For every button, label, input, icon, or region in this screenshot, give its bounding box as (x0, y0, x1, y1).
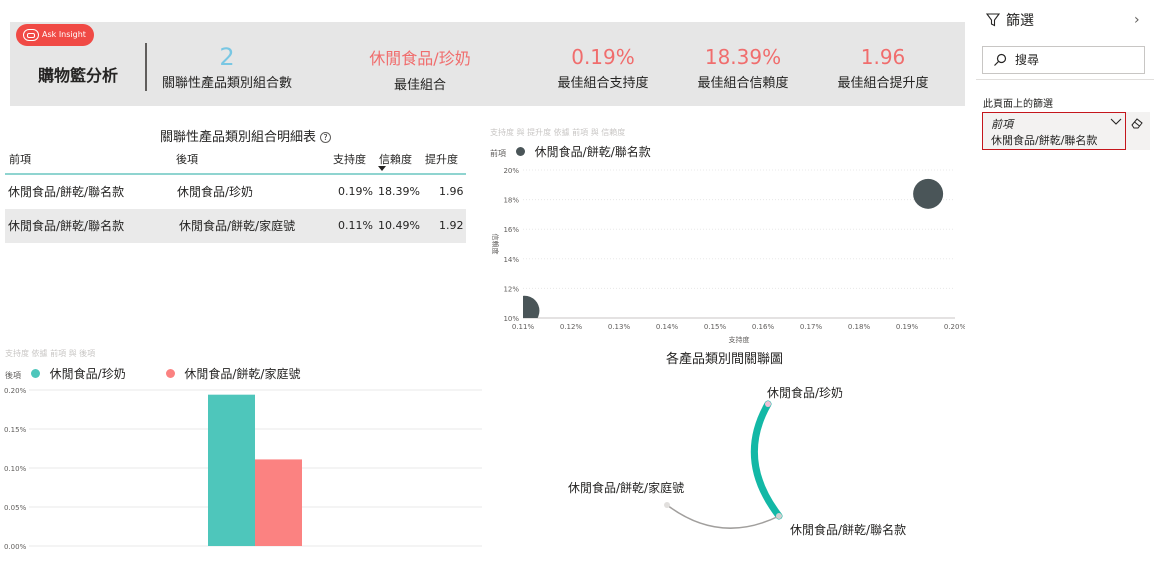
cell-consequent: 休閒食品/珍奶 (177, 185, 254, 199)
filter-pane-title: 篩選 (1006, 13, 1034, 29)
scatter-chart: 10% 12% 14% 16% 18% 20% 0.11% 0.12% 0.13% 0.14% 0.… (491, 167, 965, 344)
ask-insight-label: Ask Insight (42, 30, 86, 39)
kpi-value: 休閒食品/珍奶 (369, 49, 471, 68)
x-tick-label: 0.14% (656, 323, 679, 331)
cell-support: 0.19% (338, 185, 373, 198)
x-tick-label: 0.17% (800, 323, 823, 331)
y-tick-label: 12% (503, 285, 519, 293)
x-tick-label: 0.15% (704, 323, 727, 331)
filter-search-box[interactable] (982, 46, 1145, 74)
scatter-points (523, 178, 944, 318)
node-label-family-pack: 休閒食品/餅乾/家庭號 (568, 480, 684, 495)
clear-filter-button[interactable] (1126, 112, 1150, 150)
scatter-faded-title: 支持度 與 提升度 依據 前項 與 信賴度 (490, 128, 626, 137)
y-tick-label: 0.20% (4, 387, 27, 395)
table-row[interactable]: 休閒食品/餅乾/聯名款 休閒食品/餅乾/家庭號 0.11% 10.49% 1.9… (5, 209, 466, 243)
chevron-down-icon[interactable] (1110, 116, 1122, 126)
column-header-lift[interactable]: 提升度 (425, 151, 458, 167)
kpi-combo-count: 2 關聯性產品類別組合數 (157, 44, 297, 94)
column-header-support[interactable]: 支持度 (333, 151, 366, 167)
y-tick-label: 20% (503, 167, 519, 175)
cell-confidence: 18.39% (378, 185, 420, 198)
sort-desc-icon (378, 166, 386, 171)
table-row[interactable]: 休閒食品/餅乾/聯名款 休閒食品/珍奶 0.19% 18.39% 1.96 (5, 175, 466, 209)
filter-card-name: 前項 (991, 118, 1013, 131)
scatter-point (913, 178, 944, 209)
x-tick-label: 0.19% (896, 323, 919, 331)
node-label-co-brand: 休閒食品/餅乾/聯名款 (790, 522, 906, 537)
y-tick-label: 0.05% (4, 504, 27, 512)
x-axis-label: 支持度 (729, 335, 750, 344)
cell-lift: 1.92 (439, 219, 464, 232)
kpi-divider (145, 43, 147, 91)
filter-pane-header: 篩選 (986, 10, 1034, 30)
bar (208, 394, 255, 546)
kpi-value: 18.39% (704, 45, 782, 69)
kpi-label: 關聯性產品類別組合數 (161, 76, 292, 91)
cell-lift: 1.96 (439, 185, 464, 198)
kpi-label: 最佳組合支持度 (557, 76, 649, 91)
kpi-value: 1.96 (860, 45, 906, 69)
kpi-label: 最佳組合提升度 (837, 76, 929, 91)
y-tick-label: 18% (503, 197, 519, 205)
network-title: 各產品類別間關聯圖 (666, 352, 784, 367)
y-tick-label: 0.10% (4, 465, 27, 473)
edge-weak (666, 504, 780, 529)
cell-antecedent: 休閒食品/餅乾/聯名款 (8, 185, 125, 199)
x-tick-label: 0.11% (512, 323, 535, 331)
table-title: 關聯性產品類別組合明細表? (160, 126, 332, 145)
eraser-icon (1131, 118, 1143, 129)
column-header-consequent[interactable]: 後項 (176, 151, 198, 167)
kpi-value: 2 (219, 43, 235, 71)
bar-chart: 0.00% 0.05% 0.10% 0.15% 0.20% (4, 387, 482, 551)
y-tick-label: 10% (503, 315, 519, 323)
filter-search-input[interactable] (1015, 51, 1135, 69)
kpi-best-support: 0.19% 最佳組合支持度 (540, 44, 666, 94)
funnel-icon (986, 13, 1000, 27)
filter-card-value: 休閒食品/餅乾/聯名款 (991, 134, 1098, 147)
filter-card-antecedent[interactable]: 前項 休閒食品/餅乾/聯名款 (982, 112, 1126, 150)
report-canvas: Ask Insight 購物籃分析 2 關聯性產品類別組合數 休閒食品/珍奶 最… (0, 0, 1156, 571)
cell-confidence: 10.49% (378, 219, 420, 232)
network-chart: 休閒食品/珍奶 休閒食品/餅乾/家庭號 休閒食品/餅乾/聯名款 (568, 385, 906, 537)
divider (976, 79, 1154, 80)
y-tick-label: 16% (503, 226, 519, 234)
kpi-label: 最佳組合信賴度 (697, 76, 789, 91)
edge-strong (750, 400, 783, 520)
y-axis-label: 信賴度 (491, 234, 500, 255)
y-tick-label: 14% (503, 256, 519, 264)
column-header-antecedent[interactable]: 前項 (9, 151, 31, 167)
kpi-best-confidence: 18.39% 最佳組合信賴度 (680, 44, 806, 94)
node-co-brand (776, 513, 782, 519)
ask-insight-button[interactable]: Ask Insight (16, 24, 94, 46)
node-milk-tea (765, 401, 771, 407)
kpi-label: 最佳組合 (393, 78, 446, 93)
column-header-confidence[interactable]: 信賴度 (379, 151, 412, 167)
x-tick-label: 0.18% (848, 323, 871, 331)
x-tick-label: 0.20% (944, 323, 965, 331)
filter-section-label: 此頁面上的篩選 (983, 99, 1053, 110)
filter-pane: 篩選 › 此頁面上的篩選 前項 休閒食品/餅乾/聯名款 (976, 0, 1156, 571)
chat-bubble-icon (23, 29, 39, 41)
table-title-text: 關聯性產品類別組合明細表 (160, 130, 317, 145)
help-icon[interactable]: ? (320, 132, 332, 143)
page-title: 購物籃分析 (38, 66, 119, 85)
cell-antecedent: 休閒食品/餅乾/聯名款 (8, 219, 125, 233)
search-icon (994, 53, 1007, 66)
kpi-value: 0.19% (571, 45, 635, 69)
y-tick-label: 0.15% (4, 426, 27, 434)
bar (255, 459, 302, 546)
x-tick-label: 0.12% (560, 323, 583, 331)
node-label-milk-tea: 休閒食品/珍奶 (767, 385, 843, 400)
y-tick-label: 0.00% (4, 543, 27, 551)
kpi-best-lift: 1.96 最佳組合提升度 (820, 44, 946, 94)
x-tick-label: 0.13% (608, 323, 631, 331)
kpi-best-combo: 休閒食品/珍奶 最佳組合 (350, 46, 490, 96)
node-family-pack (664, 502, 670, 508)
cell-consequent: 休閒食品/餅乾/家庭號 (179, 219, 296, 233)
cell-support: 0.11% (338, 219, 373, 232)
collapse-chevron-icon[interactable]: › (1134, 12, 1140, 28)
x-tick-label: 0.16% (752, 323, 775, 331)
